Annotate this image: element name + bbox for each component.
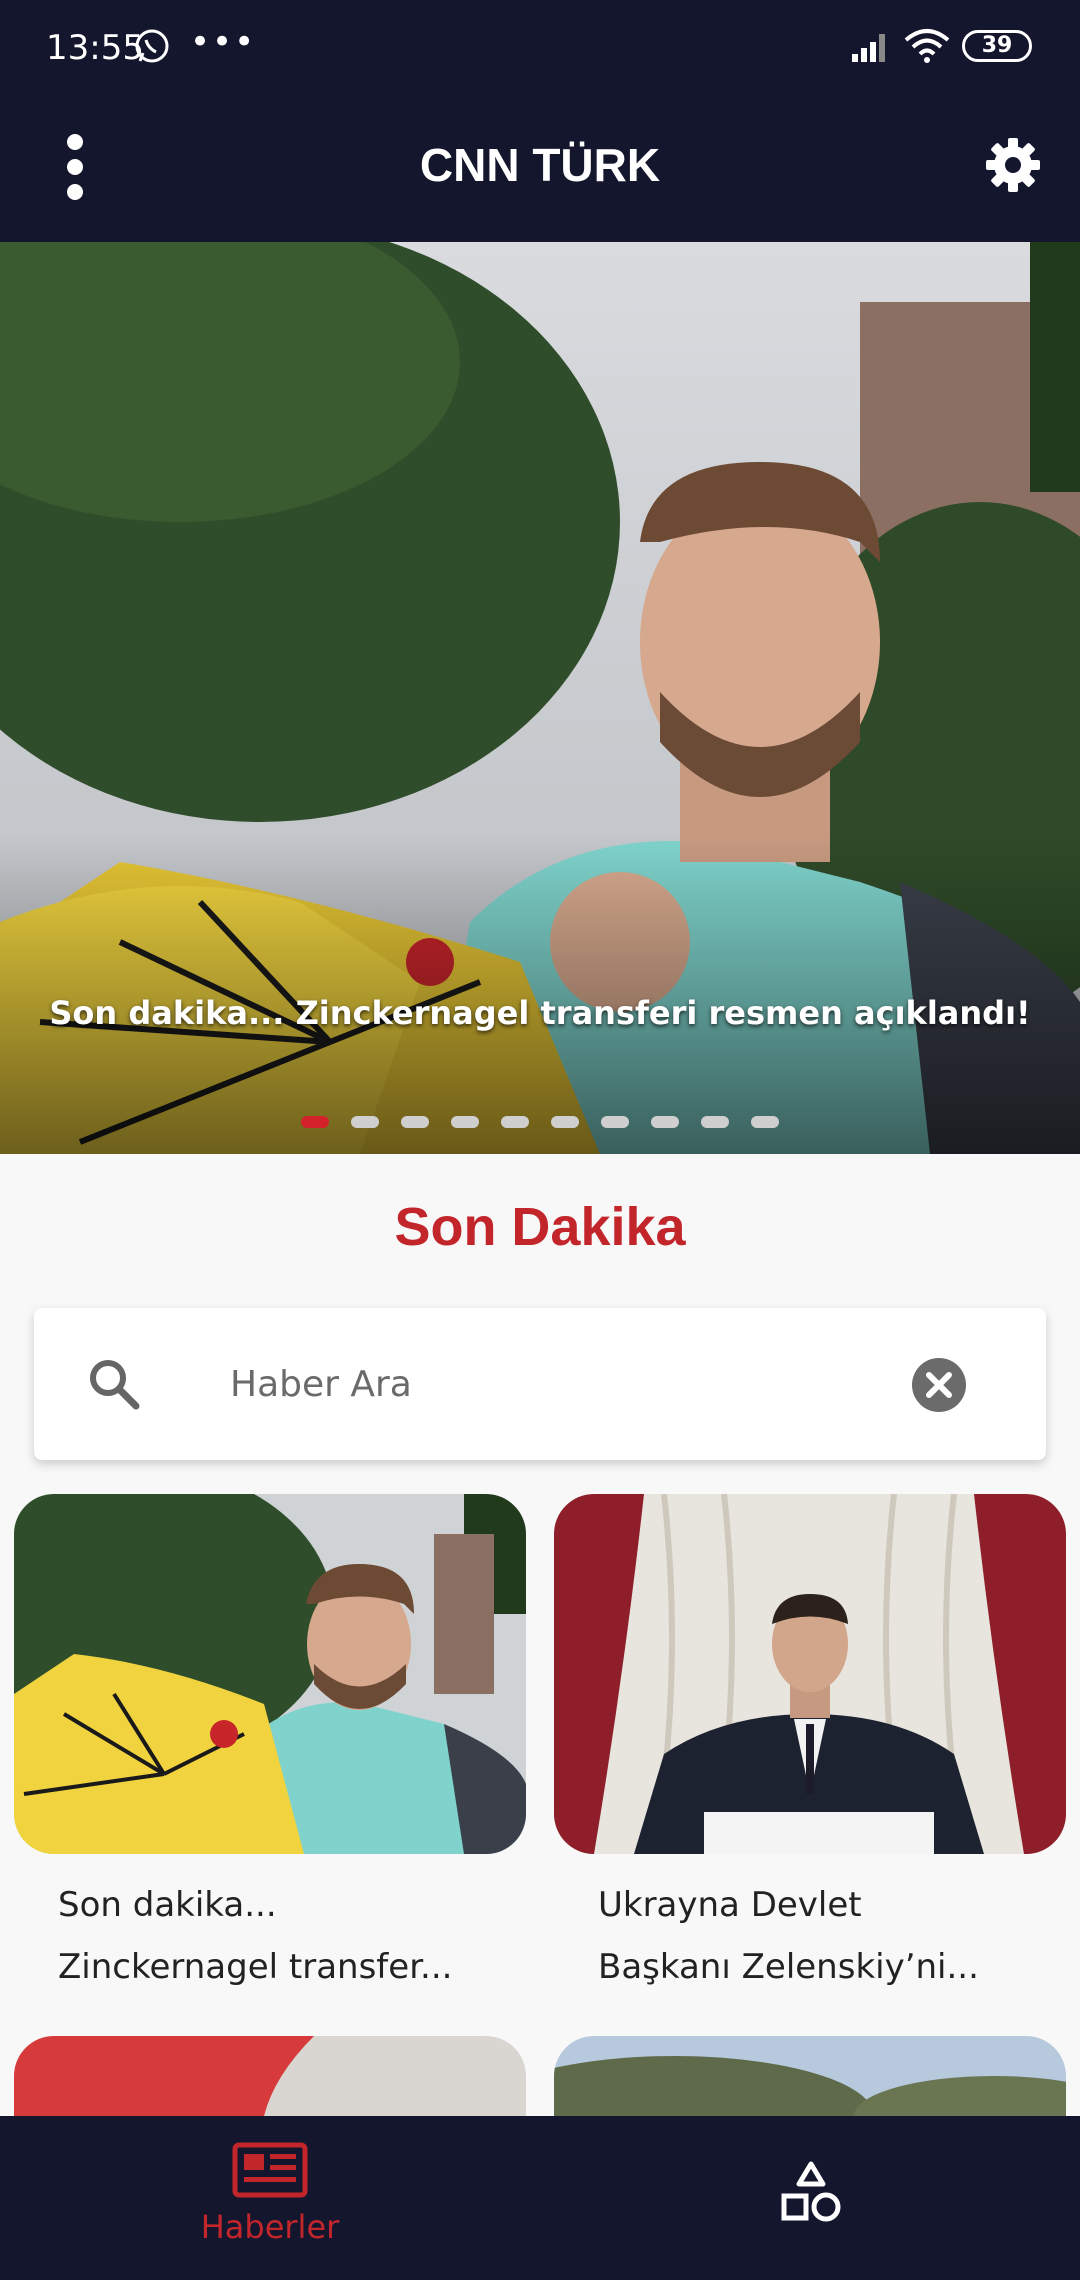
whatsapp-icon [135,29,169,63]
carousel-dot[interactable] [401,1116,429,1128]
news-image [14,1494,526,1854]
news-image [554,1494,1066,1854]
nav-item-label: Haberler [200,2208,340,2246]
wifi-icon [904,29,950,63]
more-notifications-icon: ••• [190,22,257,62]
carousel-dot[interactable] [601,1116,629,1128]
signal-icon [852,34,885,62]
carousel-dot[interactable] [501,1116,529,1128]
battery-icon: 39 [962,30,1032,62]
news-title[interactable]: Ukrayna Devlet Başkanı Zelenskiy’ni... [554,1874,1066,1998]
carousel-indicator [0,1116,1080,1128]
gear-icon[interactable] [984,136,1042,194]
section-title: Son Dakika [394,1197,686,1257]
carousel-dot[interactable] [451,1116,479,1128]
app-title: CNN TÜRK [419,139,661,191]
news-title-line: Başkanı Zelenskiy’ni... [598,1947,979,1987]
bottom-navigation: Haberler [0,2116,1080,2280]
news-title-line: Ukrayna Devlet [598,1885,862,1925]
carousel-dot[interactable] [751,1116,779,1128]
carousel-dot[interactable] [551,1116,579,1128]
news-title-line: Son dakika... [58,1885,277,1925]
news-card[interactable] [554,2036,1066,2116]
carousel-dot[interactable] [301,1116,329,1128]
news-card[interactable]: Son dakika... Zinckernagel transfer... [14,1494,526,1998]
newspaper-icon [232,2142,308,2198]
search-bar [34,1308,1046,1460]
search-icon [90,1360,140,1410]
nav-item-haberler[interactable]: Haberler [160,2142,380,2262]
shapes-icon[interactable] [778,2160,844,2226]
news-card[interactable] [14,2036,526,2116]
hero-carousel[interactable]: Son dakika... Zinckernagel transferi res… [0,242,1080,1154]
news-title[interactable]: Son dakika... Zinckernagel transfer... [14,1874,526,1998]
hero-caption[interactable]: Son dakika... Zinckernagel transferi res… [0,994,1080,1032]
status-bar: 13:55 ••• 39 [0,0,1080,88]
carousel-dot[interactable] [701,1116,729,1128]
news-image [554,2036,1066,2116]
carousel-dot[interactable] [651,1116,679,1128]
carousel-dot[interactable] [351,1116,379,1128]
news-title-line: Zinckernagel transfer... [58,1947,453,1987]
clear-icon[interactable] [910,1356,968,1414]
app-bar: CNN TÜRK [0,88,1080,242]
news-image [14,2036,526,2116]
search-input[interactable] [230,1348,890,1420]
status-time: 13:55 [46,28,144,68]
news-card[interactable]: Ukrayna Devlet Başkanı Zelenskiy’ni... [554,1494,1066,1998]
